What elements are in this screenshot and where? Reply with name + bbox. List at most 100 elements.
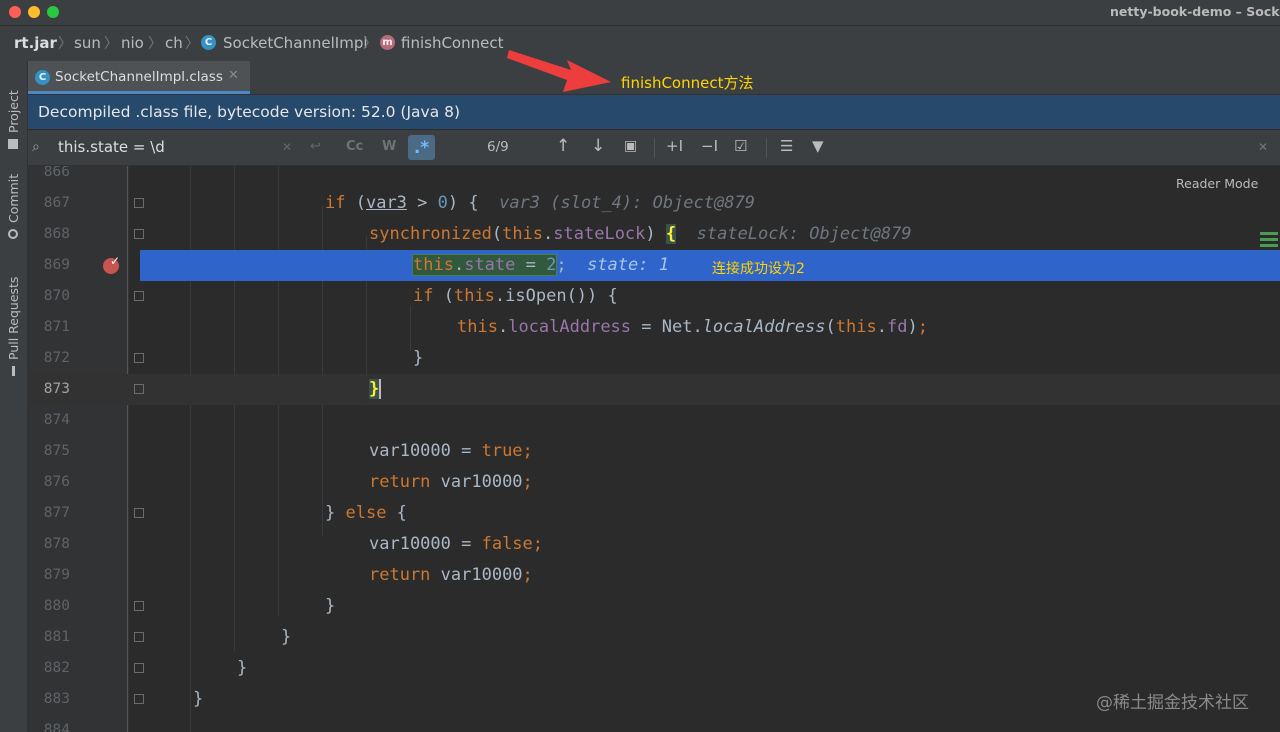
code-line: 882 } [28, 653, 1280, 684]
sidebar-tab-label: Pull Requests [6, 276, 21, 360]
code-editor[interactable]: Reader Mode 866 867 if (var3 > 0) { var3… [28, 166, 1280, 732]
open-in-window-icon[interactable]: ▣ [624, 138, 637, 154]
fold-icon[interactable] [134, 353, 144, 363]
remove-occurrence-icon[interactable]: −I [701, 137, 718, 155]
code-text: } [281, 627, 292, 647]
fold-icon[interactable] [134, 601, 144, 611]
sidebar-tab-label: Commit [6, 173, 21, 223]
chevron-right-icon: 〉 [148, 36, 162, 52]
chevron-right-icon: 〉 [104, 36, 118, 52]
line-number: 884 [43, 722, 70, 732]
window-titlebar: netty-book-demo – SocketChannelImpl [0, 0, 1280, 26]
code-line: 871 this.localAddress = Net.localAddress… [28, 312, 1280, 343]
code-line: 866 [28, 166, 1280, 188]
commit-icon [8, 229, 19, 239]
annotation-arrow-icon [507, 50, 611, 92]
breadcrumb-item-method[interactable]: finishConnect [401, 34, 503, 52]
minimize-window-button[interactable] [28, 6, 40, 18]
line-number: 874 [43, 412, 70, 428]
line-number: 882 [43, 660, 70, 676]
select-all-occurrences-icon[interactable]: ☑ [734, 137, 747, 155]
code-line: 875 var10000 = true; [28, 436, 1280, 467]
previous-occurrence-icon[interactable]: ↑ [556, 136, 570, 156]
inline-debug-hint: stateLock: Object@879 [696, 224, 912, 244]
regex-button[interactable]: .* [408, 135, 435, 160]
filter-settings-icon[interactable]: ☰ [780, 137, 793, 155]
line-number: 883 [43, 691, 70, 707]
add-occurrence-icon[interactable]: +I [666, 137, 683, 155]
code-line: 876 return var10000; [28, 467, 1280, 498]
close-find-icon[interactable]: ✕ [1258, 140, 1268, 154]
breadcrumb-item-sun[interactable]: sun [74, 34, 101, 52]
code-line: 881 } [28, 622, 1280, 653]
code-text: if (var3 > 0) { var3 (slot_4): Object@87… [325, 193, 755, 213]
line-number: 876 [43, 474, 70, 490]
annotation-line-note: 连接成功设为2 [712, 261, 805, 277]
search-input[interactable]: this.state = \d [58, 138, 165, 156]
code-line: 870 if (this.isOpen()) { [28, 281, 1280, 312]
code-line: 877 } else { [28, 498, 1280, 529]
code-text: } [193, 689, 204, 709]
code-line: 868 synchronized(this.stateLock) { state… [28, 219, 1280, 250]
maximize-window-button[interactable] [47, 6, 59, 18]
code-text: return var10000; [369, 472, 533, 492]
chevron-right-icon: 〉 [58, 36, 72, 52]
sidebar-tab-commit[interactable]: Commit [0, 159, 27, 239]
sidebar-tab-project[interactable]: Project [0, 69, 27, 149]
annotation-finishconnect: finishConnect方法 [621, 74, 754, 92]
line-number: 870 [43, 288, 70, 304]
tool-window-sidebar: Project Commit Pull Requests [0, 61, 28, 732]
code-line: 874 [28, 405, 1280, 436]
breadcrumb-item-nio[interactable]: nio [121, 34, 144, 52]
window-title: netty-book-demo – SocketChannelImpl [1110, 4, 1280, 19]
code-text: this.localAddress = Net.localAddress(thi… [457, 317, 928, 337]
fold-icon[interactable] [134, 632, 144, 642]
line-number: 871 [43, 319, 70, 335]
match-case-button[interactable]: Cc [346, 139, 363, 154]
code-text: } [325, 596, 336, 616]
folder-icon [8, 139, 19, 149]
line-number: 879 [43, 567, 70, 583]
sidebar-tab-label: Project [6, 90, 21, 133]
clear-search-icon[interactable]: ✕ [282, 140, 292, 154]
line-number: 873 [43, 381, 70, 397]
code-line: 879 return var10000; [28, 560, 1280, 591]
next-occurrence-icon[interactable]: ↓ [591, 136, 605, 156]
code-text: } [369, 379, 382, 399]
close-icon[interactable]: ✕ [228, 68, 239, 83]
new-line-icon[interactable]: ↩ [310, 139, 321, 154]
breadcrumb-item-ch[interactable]: ch [165, 34, 183, 52]
fold-icon[interactable] [134, 508, 144, 518]
inline-debug-hint: state: 1 [587, 255, 669, 275]
fold-icon[interactable] [134, 663, 144, 673]
code-text: } [413, 348, 424, 368]
code-line: 878 var10000 = false; [28, 529, 1280, 560]
line-number: 875 [43, 443, 70, 459]
match-count: 6/9 [487, 139, 509, 155]
close-window-button[interactable] [9, 6, 21, 18]
filter-icon[interactable]: ▼ [812, 137, 824, 155]
code-line-current-execution: 869 ✓ this.state = 2; state: 1 连接成功设为2 [28, 250, 1280, 281]
code-line: 883 } [28, 684, 1280, 715]
fold-icon[interactable] [134, 384, 144, 394]
divider [766, 138, 767, 158]
class-icon: C [201, 35, 216, 50]
code-line: 867 if (var3 > 0) { var3 (slot_4): Objec… [28, 188, 1280, 219]
line-number: 869 [43, 257, 70, 273]
fold-icon[interactable] [134, 291, 144, 301]
breadcrumb-item-rt-jar[interactable]: rt.jar [14, 34, 57, 52]
chevron-right-icon: 〉 [363, 36, 377, 52]
breadcrumb-item-class[interactable]: SocketChannelImpl [223, 34, 368, 52]
fold-icon[interactable] [134, 229, 144, 239]
line-number: 868 [43, 226, 70, 242]
pull-request-icon [12, 366, 15, 376]
line-number: 872 [43, 350, 70, 366]
fold-icon[interactable] [134, 198, 144, 208]
find-bar: ⌕ this.state = \d ✕ ↩ Cc W .* 6/9 ↑ ↓ ▣ … [28, 130, 1280, 166]
fold-icon[interactable] [134, 694, 144, 704]
sidebar-tab-pull-requests[interactable]: Pull Requests [0, 261, 27, 376]
search-icon[interactable]: ⌕ [32, 139, 40, 155]
tab-socketchannelimpl[interactable]: C SocketChannelImpl.class ✕ [28, 61, 250, 94]
whole-words-button[interactable]: W [382, 139, 396, 154]
method-icon: m [380, 35, 395, 50]
